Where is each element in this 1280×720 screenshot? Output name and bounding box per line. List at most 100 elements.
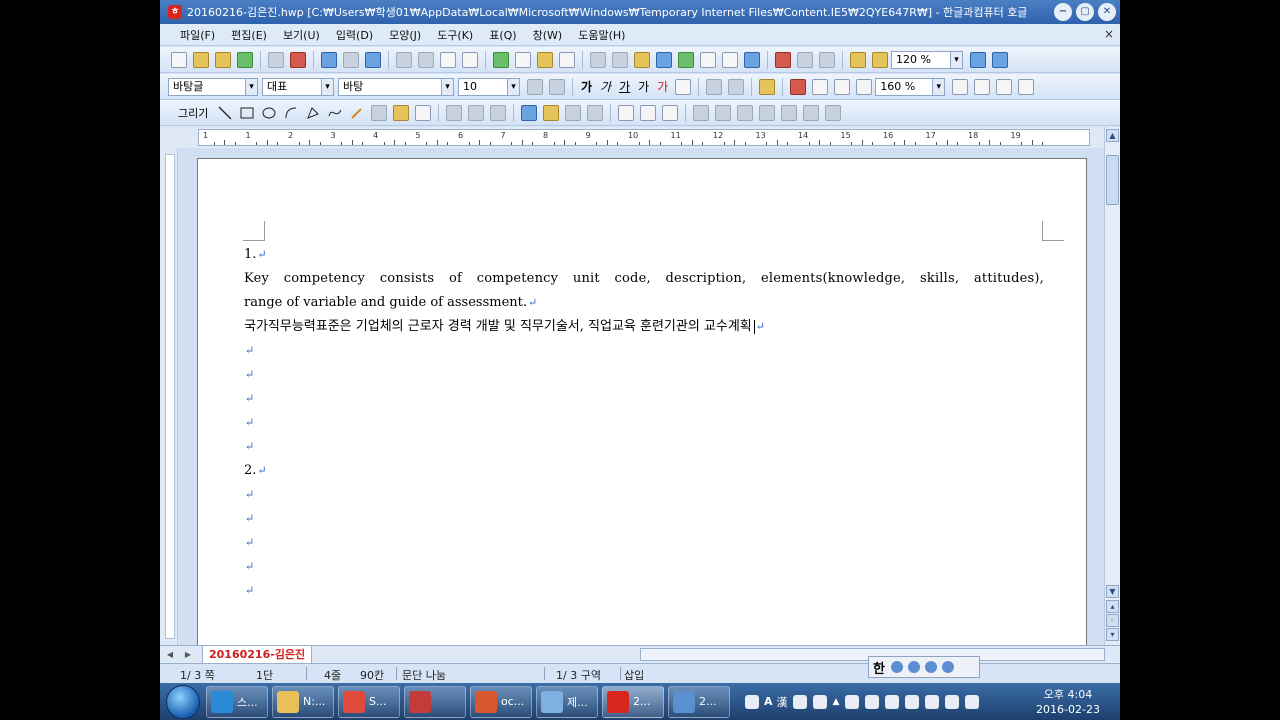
volume-icon[interactable] bbox=[965, 694, 980, 709]
char-width-icon[interactable] bbox=[728, 78, 745, 95]
bold-button[interactable]: 가 bbox=[581, 78, 592, 95]
document-area[interactable]: 1.↵ Key competency consists of competency… bbox=[179, 148, 1104, 645]
zoom-combo[interactable]: 120 % bbox=[891, 50, 963, 69]
chrome-tray-icon[interactable] bbox=[865, 694, 880, 709]
document-line[interactable]: 2.↵ bbox=[244, 459, 1044, 483]
document-line[interactable]: ↵ bbox=[244, 435, 1044, 459]
format-painter-icon[interactable] bbox=[462, 51, 478, 68]
style-icon[interactable] bbox=[537, 51, 553, 68]
object-properties-icon[interactable] bbox=[825, 104, 842, 121]
bullets-icon[interactable] bbox=[1018, 78, 1035, 95]
document-line[interactable]: ↵ bbox=[244, 483, 1044, 507]
char-shape-icon[interactable] bbox=[675, 78, 692, 95]
font-size-combo[interactable]: 10 bbox=[458, 77, 520, 96]
font-color-button[interactable]: 가 bbox=[657, 78, 668, 95]
tray-a-icon[interactable]: A bbox=[764, 695, 773, 708]
ungroup-icon[interactable] bbox=[490, 104, 507, 121]
cloud-icon[interactable] bbox=[845, 694, 860, 709]
ime-language-bar[interactable]: 한 bbox=[868, 656, 980, 678]
menu-view[interactable]: 보기(U) bbox=[275, 27, 328, 43]
arc-tool-icon[interactable] bbox=[284, 106, 298, 120]
text-box-icon[interactable] bbox=[700, 51, 716, 68]
group-icon[interactable] bbox=[468, 104, 485, 121]
scroll-up-icon[interactable]: ▲ bbox=[1106, 129, 1119, 142]
menu-edit[interactable]: 편집(E) bbox=[223, 27, 275, 43]
page-setup-icon[interactable] bbox=[775, 51, 791, 68]
size-down-icon[interactable] bbox=[549, 78, 565, 95]
zoom-out-icon[interactable] bbox=[970, 51, 986, 68]
tray-help-icon[interactable] bbox=[792, 694, 807, 709]
style-combo[interactable]: 바탕글 bbox=[168, 77, 258, 96]
line-tool-icon[interactable] bbox=[218, 106, 232, 120]
document-line[interactable]: 1.↵ bbox=[244, 243, 1044, 267]
document-line[interactable]: range of variable and guide of assessmen… bbox=[244, 291, 1044, 315]
presentation-icon[interactable] bbox=[850, 51, 866, 68]
paste-icon[interactable] bbox=[440, 51, 456, 68]
tray-settings-icon[interactable] bbox=[812, 694, 827, 709]
spacing-up-icon[interactable] bbox=[952, 78, 969, 95]
print-preview-icon[interactable] bbox=[290, 51, 306, 68]
ime-hangul-mode[interactable]: 한 bbox=[873, 658, 885, 677]
pen-tray-icon[interactable] bbox=[905, 694, 920, 709]
fill-color-icon[interactable] bbox=[543, 104, 560, 121]
ime-pen-icon[interactable] bbox=[890, 661, 903, 673]
document-line[interactable]: ↵ bbox=[244, 387, 1044, 411]
taskbar-button[interactable]: oc... bbox=[470, 685, 532, 718]
paragraph-icon[interactable] bbox=[515, 51, 531, 68]
horizontal-ruler[interactable]: 1 1 2 3 4 5 6 7 8 9 10 11 12 13 14 15 16 17 18 19 bbox=[198, 129, 1090, 146]
curve-tool-icon[interactable] bbox=[328, 106, 342, 120]
symbol-icon[interactable] bbox=[744, 51, 760, 68]
open-folder-icon[interactable] bbox=[215, 51, 231, 68]
connector-icon[interactable] bbox=[371, 104, 388, 121]
zoom-in-icon[interactable] bbox=[992, 51, 1008, 68]
ime-tool-icon[interactable] bbox=[924, 661, 937, 673]
pen-tool-icon[interactable] bbox=[350, 106, 364, 120]
menu-table[interactable]: 표(Q) bbox=[481, 27, 524, 43]
document-line[interactable]: ↵ bbox=[244, 555, 1044, 579]
template-icon[interactable] bbox=[193, 51, 209, 68]
tab-next-icon[interactable]: ▶ bbox=[182, 649, 194, 661]
table-icon[interactable] bbox=[656, 51, 672, 68]
find-icon[interactable] bbox=[365, 51, 381, 68]
ime-help-icon[interactable] bbox=[941, 661, 954, 673]
rotate-icon[interactable] bbox=[781, 104, 798, 121]
hwp-app-icon[interactable]: ㅎ bbox=[168, 5, 182, 19]
windows-tray-icon[interactable] bbox=[885, 694, 900, 709]
next-page-icon[interactable]: ▾ bbox=[1106, 628, 1119, 641]
align-center-icon[interactable] bbox=[834, 78, 851, 95]
taskbar-button[interactable]: 2... bbox=[668, 685, 730, 718]
align-justify-icon[interactable] bbox=[790, 78, 807, 95]
select-object-icon[interactable] bbox=[446, 104, 463, 121]
menu-help[interactable]: 도움말(H) bbox=[570, 27, 633, 43]
clock[interactable]: 오후 4:04 2016-02-23 bbox=[1028, 687, 1108, 717]
spell-check-icon[interactable] bbox=[493, 51, 509, 68]
document-line[interactable]: ↵ bbox=[244, 531, 1044, 555]
page[interactable]: 1.↵ Key competency consists of competency… bbox=[197, 158, 1087, 645]
redo-icon[interactable] bbox=[343, 51, 359, 68]
scroll-thumb[interactable] bbox=[1106, 155, 1119, 205]
flag-icon[interactable] bbox=[925, 694, 940, 709]
document-line[interactable]: ↵ bbox=[244, 363, 1044, 387]
line-color-icon[interactable] bbox=[521, 104, 538, 121]
header-icon[interactable] bbox=[797, 51, 813, 68]
polygon-tool-icon[interactable] bbox=[306, 106, 320, 120]
ellipse-tool-icon[interactable] bbox=[262, 106, 276, 120]
3d-icon[interactable] bbox=[715, 104, 732, 121]
draw-label[interactable]: 그리기 bbox=[178, 105, 208, 121]
document-line[interactable]: ↵ bbox=[244, 411, 1044, 435]
start-button[interactable] bbox=[166, 684, 200, 719]
align-objects-icon[interactable] bbox=[737, 104, 754, 121]
taskbar-button[interactable]: N:... bbox=[272, 685, 334, 718]
cut-icon[interactable] bbox=[396, 51, 412, 68]
numbering-icon[interactable] bbox=[996, 78, 1013, 95]
ime-tray-icon[interactable] bbox=[745, 694, 759, 709]
chart-icon[interactable] bbox=[678, 51, 694, 68]
tab-prev-icon[interactable]: ◀ bbox=[164, 649, 176, 661]
status-insert-mode[interactable]: 삽입 bbox=[624, 667, 644, 683]
taskbar-button[interactable] bbox=[404, 685, 466, 718]
hyperlink-icon[interactable] bbox=[590, 51, 606, 68]
formula-icon[interactable] bbox=[722, 51, 738, 68]
close-button[interactable]: ✕ bbox=[1098, 3, 1116, 21]
menu-file[interactable]: 파일(F) bbox=[172, 27, 223, 43]
document-tab[interactable]: 20160216-김은진 bbox=[202, 646, 313, 664]
